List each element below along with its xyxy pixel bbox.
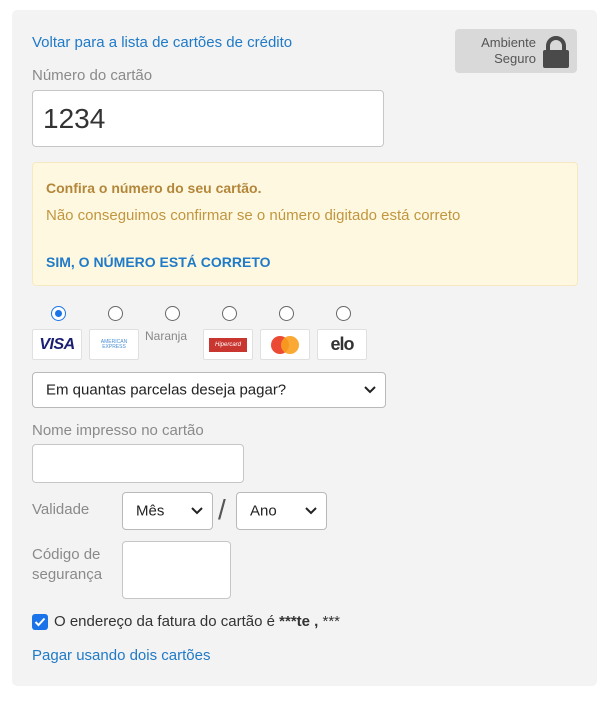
- card-number-input[interactable]: 1234: [32, 90, 384, 147]
- security-code-input[interactable]: [122, 541, 231, 599]
- card-name-input[interactable]: [32, 444, 244, 483]
- billing-address-checkbox[interactable]: [32, 614, 48, 630]
- amex-logo-text: AMERICAN EXPRESS: [100, 338, 128, 350]
- card-number-label: Número do cartão: [32, 67, 153, 84]
- expiry-separator: /: [218, 494, 226, 525]
- installments-value: Em quantas parcelas deseja pagar?: [46, 381, 287, 399]
- billing-address-text: O endereço da fatura do cartão é ***te ,…: [54, 613, 341, 630]
- installments-select[interactable]: Em quantas parcelas deseja pagar?: [32, 372, 386, 408]
- radio-hipercard[interactable]: [222, 306, 237, 321]
- security-code-label: Código de segurança: [32, 546, 103, 583]
- expiry-year-select[interactable]: Ano: [236, 492, 327, 530]
- elo-logo-text: elo: [330, 334, 354, 354]
- radio-mastercard[interactable]: [279, 306, 294, 321]
- radio-visa[interactable]: [51, 306, 66, 321]
- mastercard-logo[interactable]: [260, 329, 310, 360]
- radio-amex[interactable]: [108, 306, 123, 321]
- card-number-warning: Confira o número do seu cartão. Não cons…: [32, 162, 578, 286]
- hipercard-logo-text: Hipercard: [209, 337, 247, 352]
- pay-with-two-cards-link[interactable]: Pagar usando dois cartões: [32, 647, 210, 664]
- secure-environment-text: Ambiente Seguro: [481, 35, 536, 66]
- back-to-cards-link[interactable]: Voltar para a lista de cartões de crédit…: [32, 34, 292, 51]
- chevron-down-icon: [364, 386, 376, 394]
- visa-logo-text: VISA: [39, 335, 75, 353]
- warning-message: Não conseguimos confirmar se o número di…: [46, 207, 461, 224]
- expiry-label: Validade: [32, 501, 90, 518]
- visa-logo[interactable]: VISA: [32, 329, 82, 360]
- mastercard-icon: [271, 335, 299, 354]
- confirm-number-link[interactable]: SIM, O NÚMERO ESTÁ CORRETO: [46, 254, 271, 270]
- expiry-month-select[interactable]: Mês: [122, 492, 213, 530]
- chevron-down-icon: [305, 507, 317, 515]
- warning-title: Confira o número do seu cartão.: [46, 180, 262, 196]
- amex-logo[interactable]: AMERICAN EXPRESS: [89, 329, 139, 360]
- payment-form-panel: Voltar para a lista de cartões de crédit…: [12, 10, 597, 686]
- expiry-year-value: Ano: [250, 502, 277, 520]
- radio-elo[interactable]: [336, 306, 351, 321]
- secure-environment-badge: Ambiente Seguro: [455, 29, 577, 73]
- radio-naranja[interactable]: [165, 306, 180, 321]
- card-name-label: Nome impresso no cartão: [32, 422, 204, 439]
- check-icon: [34, 617, 46, 627]
- naranja-label[interactable]: Naranja: [145, 329, 187, 343]
- chevron-down-icon: [191, 507, 203, 515]
- lock-icon: [543, 36, 569, 68]
- billing-address-masked: ***te ,: [279, 613, 319, 630]
- elo-logo[interactable]: elo: [317, 329, 367, 360]
- expiry-month-value: Mês: [136, 502, 165, 520]
- hipercard-logo[interactable]: Hipercard: [203, 329, 253, 360]
